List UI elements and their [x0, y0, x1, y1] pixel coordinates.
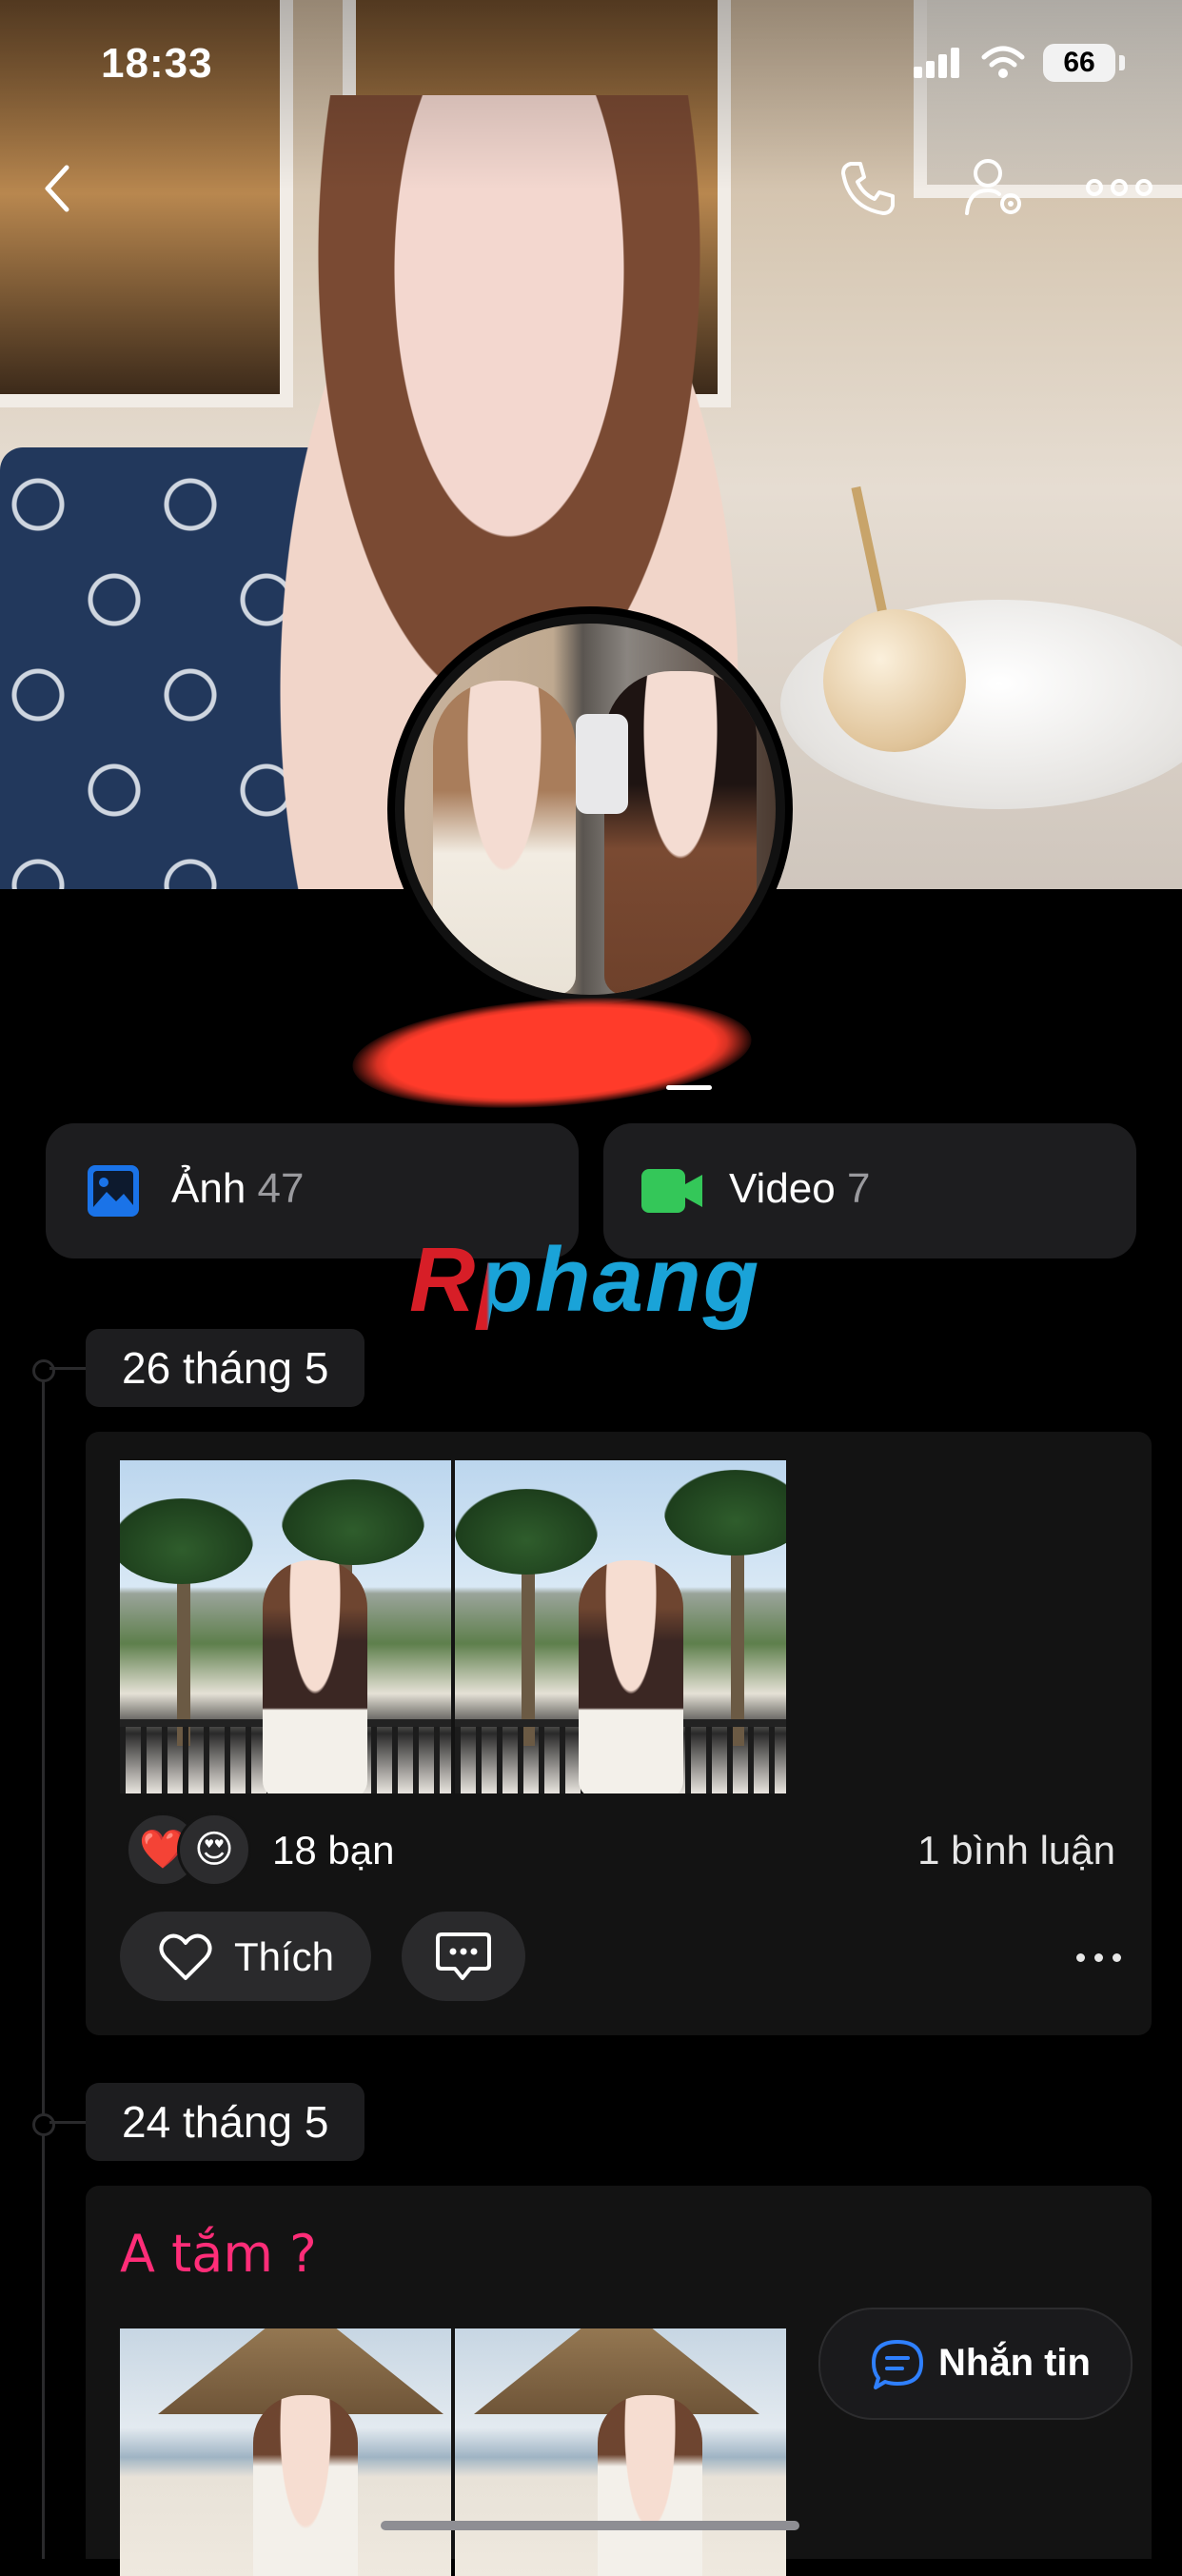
- timeline-dot: [32, 2113, 55, 2136]
- timeline-dot: [32, 1359, 55, 1382]
- profile-name-redacted: [348, 985, 756, 1120]
- photo-icon: [88, 1165, 139, 1217]
- status-time: 18:33: [101, 40, 213, 87]
- battery-indicator: 66: [1043, 44, 1115, 82]
- post-photo[interactable]: [455, 2328, 786, 2576]
- like-label: Thích: [234, 1934, 335, 1979]
- heart-eyes-reaction-icon: 😍: [177, 1813, 251, 1887]
- message-button[interactable]: Nhắn tin: [818, 2308, 1133, 2420]
- more-options-icon[interactable]: [1085, 173, 1153, 202]
- home-indicator[interactable]: [381, 2521, 799, 2530]
- avatar-person: [433, 681, 576, 995]
- date-chip: 26 tháng 5: [86, 1329, 365, 1407]
- photos-album-label: Ảnh 47: [171, 1165, 305, 1212]
- heart-outline-icon: [159, 1933, 212, 1980]
- phone-call-icon[interactable]: [837, 158, 898, 219]
- chat-bubble-icon: [872, 2340, 923, 2389]
- reaction-count[interactable]: 18 bạn: [272, 1828, 394, 1873]
- post-card[interactable]: ❤️ 😍 18 bạn 1 bình luận Thích: [86, 1432, 1152, 2035]
- cellular-signal-icon: [914, 46, 961, 78]
- like-button[interactable]: Thích: [120, 1912, 371, 2001]
- coconut-decoration: [823, 609, 966, 752]
- avatar-phone: [576, 714, 628, 814]
- name-underline: [666, 1085, 712, 1090]
- avatar-photo: [404, 624, 776, 995]
- profile-settings-icon[interactable]: [961, 154, 1028, 221]
- videos-album-label: Video 7: [729, 1165, 871, 1212]
- comment-count[interactable]: 1 bình luận: [917, 1828, 1115, 1873]
- wifi-icon: [981, 46, 1025, 78]
- date-chip: 24 tháng 5: [86, 2083, 365, 2161]
- video-camera-icon: [641, 1169, 702, 1213]
- profile-avatar[interactable]: [395, 614, 785, 1004]
- post-caption: A tắm ?: [120, 2224, 317, 2284]
- post-photo[interactable]: [455, 1460, 786, 1793]
- post-photo[interactable]: [120, 1460, 451, 1793]
- message-button-label: Nhắn tin: [938, 2342, 1091, 2384]
- timeline-line: [42, 1367, 45, 2559]
- battery-cap: [1119, 55, 1125, 70]
- post-more-icon[interactable]: [1076, 1950, 1131, 1967]
- watermark: Rphang: [409, 1229, 761, 1331]
- back-chevron-icon[interactable]: [38, 160, 76, 217]
- comment-bubble-icon: [436, 1932, 491, 1980]
- avatar-person: [604, 671, 757, 995]
- post-photo[interactable]: [120, 2328, 451, 2576]
- comment-button[interactable]: [402, 1912, 525, 2001]
